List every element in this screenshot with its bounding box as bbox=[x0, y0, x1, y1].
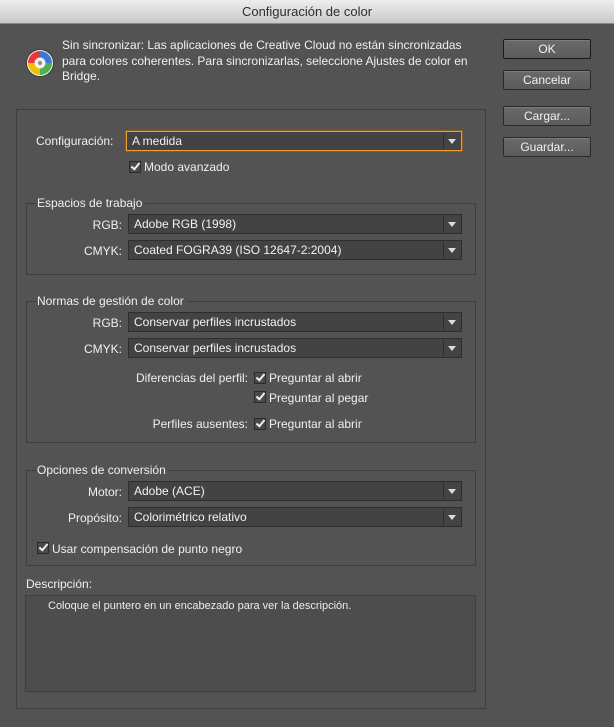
chevron-down-icon bbox=[443, 216, 460, 232]
chevron-down-icon bbox=[443, 483, 460, 499]
sync-status-message: Sin sincronizar: Las aplicaciones de Cre… bbox=[62, 38, 468, 83]
settings-label: Configuración: bbox=[36, 134, 114, 148]
working-cmyk-label: CMYK: bbox=[83, 244, 122, 258]
working-rgb-select[interactable]: Adobe RGB (1998) bbox=[128, 214, 462, 234]
engine-select[interactable]: Adobe (ACE) bbox=[128, 481, 462, 501]
advanced-mode-label: Modo avanzado bbox=[144, 160, 230, 174]
black-point-compensation-checkbox[interactable] bbox=[37, 542, 49, 554]
missing-ask-open-label: Preguntar al abrir bbox=[269, 417, 362, 431]
chevron-down-icon bbox=[443, 340, 460, 356]
mismatch-ask-open-label: Preguntar al abrir bbox=[269, 371, 362, 385]
chevron-down-icon bbox=[443, 314, 460, 330]
profile-mismatch-label: Diferencias del perfil: bbox=[135, 371, 248, 385]
working-cmyk-value: Coated FOGRA39 (ISO 12647-2:2004) bbox=[134, 243, 342, 257]
policy-cmyk-label: CMYK: bbox=[83, 342, 122, 356]
chevron-down-icon bbox=[443, 242, 460, 258]
policies-legend: Normas de gestión de color bbox=[36, 294, 187, 308]
intent-label: Propósito: bbox=[67, 511, 122, 525]
advanced-mode-checkbox[interactable] bbox=[129, 161, 141, 173]
intent-select[interactable]: Colorimétrico relativo bbox=[128, 507, 462, 527]
black-point-compensation-label: Usar compensación de punto negro bbox=[52, 542, 243, 556]
policy-cmyk-select[interactable]: Conservar perfiles incrustados bbox=[128, 338, 462, 358]
description-text: Coloque el puntero en un encabezado para… bbox=[48, 600, 352, 612]
working-rgb-value: Adobe RGB (1998) bbox=[134, 217, 237, 231]
description-label: Descripción: bbox=[26, 577, 93, 591]
ok-button[interactable]: OK bbox=[503, 39, 591, 59]
title-bar[interactable]: Configuración de color bbox=[0, 0, 614, 24]
intent-value: Colorimétrico relativo bbox=[134, 510, 247, 524]
engine-value: Adobe (ACE) bbox=[134, 484, 205, 498]
conversion-legend: Opciones de conversión bbox=[36, 463, 169, 477]
mismatch-ask-open-checkbox[interactable] bbox=[254, 372, 266, 384]
engine-label: Motor: bbox=[87, 485, 122, 499]
save-button[interactable]: Guardar... bbox=[503, 137, 591, 157]
policy-cmyk-value: Conservar perfiles incrustados bbox=[134, 341, 297, 355]
window-title: Configuración de color bbox=[241, 4, 373, 19]
chevron-down-icon bbox=[443, 509, 460, 525]
mismatch-ask-paste-checkbox[interactable] bbox=[254, 391, 266, 403]
color-sync-icon bbox=[26, 49, 54, 77]
missing-profiles-label: Perfiles ausentes: bbox=[152, 417, 248, 431]
working-spaces-legend: Espacios de trabajo bbox=[36, 196, 146, 210]
working-rgb-label: RGB: bbox=[92, 218, 122, 232]
settings-value: A medida bbox=[132, 134, 183, 148]
missing-ask-open-checkbox[interactable] bbox=[254, 418, 266, 430]
policy-rgb-label: RGB: bbox=[92, 316, 122, 330]
load-button[interactable]: Cargar... bbox=[503, 106, 591, 126]
policy-rgb-value: Conservar perfiles incrustados bbox=[134, 315, 297, 329]
mismatch-ask-paste-label: Preguntar al pegar bbox=[269, 391, 369, 405]
cancel-button[interactable]: Cancelar bbox=[503, 70, 591, 90]
description-box: Coloque el puntero en un encabezado para… bbox=[25, 595, 476, 692]
settings-select[interactable]: A medida bbox=[126, 131, 462, 151]
working-cmyk-select[interactable]: Coated FOGRA39 (ISO 12647-2:2004) bbox=[128, 240, 462, 260]
chevron-down-icon bbox=[443, 133, 460, 149]
color-settings-dialog: Configuración de color Sin sincronizar: … bbox=[0, 0, 614, 727]
policy-rgb-select[interactable]: Conservar perfiles incrustados bbox=[128, 312, 462, 332]
